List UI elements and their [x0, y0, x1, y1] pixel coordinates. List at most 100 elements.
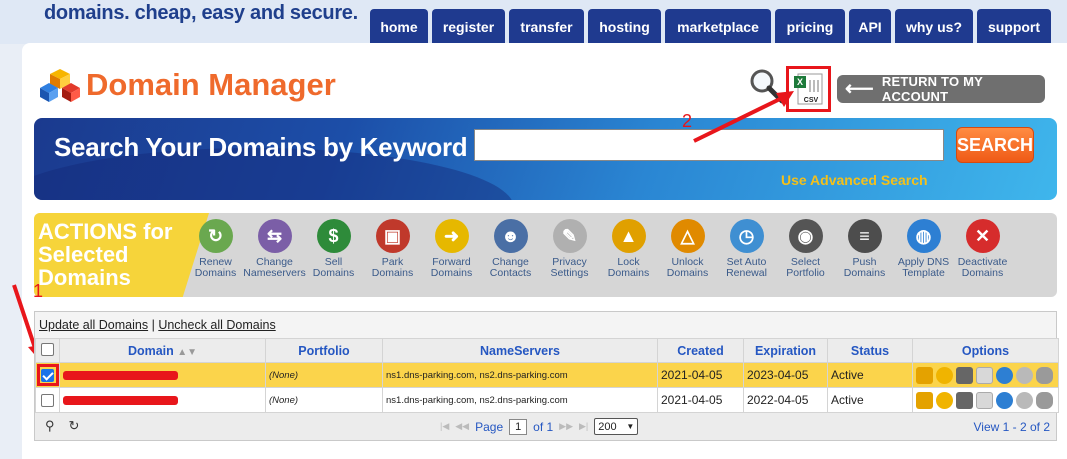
- domains-grid: Update all Domains | Uncheck all Domains…: [34, 311, 1059, 441]
- search-button[interactable]: SEARCH: [956, 127, 1034, 163]
- action-contacts[interactable]: ☻ Change Contacts: [481, 219, 540, 279]
- return-to-account-button[interactable]: ⟵ RETURN TO MY ACCOUNT: [837, 74, 1045, 104]
- mail-icon[interactable]: [976, 391, 993, 409]
- cubes-logo-icon: [40, 69, 80, 102]
- domain-cell[interactable]: [59, 362, 266, 388]
- nav-why-us[interactable]: why us?: [895, 9, 973, 44]
- lock-icon[interactable]: [916, 366, 933, 384]
- globe-icon[interactable]: [996, 391, 1013, 409]
- per-page-select[interactable]: 200 ▼: [594, 418, 639, 435]
- action-renew[interactable]: ↻ Renew Domains: [186, 219, 245, 279]
- first-page-icon[interactable]: |◀: [440, 421, 449, 432]
- user-icon[interactable]: [936, 366, 953, 384]
- action-label: Change Contacts: [490, 257, 531, 279]
- servers-icon: ≡: [847, 219, 882, 253]
- dollar-icon[interactable]: [1016, 366, 1033, 384]
- search-grid-icon[interactable]: ⚲: [45, 418, 55, 434]
- actions-title-line: Selected: [38, 242, 129, 267]
- site-header: domains. cheap, easy and secure. home re…: [0, 0, 1067, 44]
- table-row[interactable]: (None) ns1.dns-parking.com, ns2.dns-parki…: [35, 387, 1059, 413]
- sort-icon: ▲▼: [177, 346, 198, 358]
- nav-transfer[interactable]: transfer: [509, 9, 584, 44]
- portfolio-cell: (None): [265, 362, 383, 388]
- top-nav: home register transfer hosting marketpla…: [370, 9, 1051, 44]
- main-card: Domain Manager X CSV ⟵ RETURN TO MY ACCO…: [12, 43, 1067, 459]
- site-slogan: domains. cheap, easy and secure.: [44, 2, 358, 24]
- row-checkbox[interactable]: [41, 368, 54, 382]
- action-label: Push Domains: [844, 257, 885, 279]
- user-icon[interactable]: [936, 391, 953, 409]
- close-circle-icon: ✕: [965, 219, 1000, 253]
- action-label: Deactivate Domains: [958, 257, 1008, 279]
- next-page-icon[interactable]: ▶▶: [559, 421, 573, 432]
- globe-icon[interactable]: [996, 366, 1013, 384]
- col-portfolio[interactable]: Portfolio: [265, 338, 383, 363]
- uncheck-all-domains-link[interactable]: Uncheck all Domains: [158, 318, 275, 332]
- nav-marketplace[interactable]: marketplace: [665, 9, 771, 44]
- nav-hosting[interactable]: hosting: [588, 9, 661, 44]
- col-options: Options: [912, 338, 1059, 363]
- lock-icon: ▲: [611, 219, 646, 253]
- action-car[interactable]: ▣ Park Domains: [363, 219, 422, 279]
- action-label-line: Template: [902, 267, 945, 279]
- action-dollar[interactable]: $ Sell Domains: [304, 219, 363, 279]
- prev-page-icon[interactable]: ◀◀: [455, 421, 469, 432]
- action-gauge[interactable]: ◉ Select Portfolio: [776, 219, 835, 279]
- database-icon[interactable]: [1036, 366, 1053, 384]
- domain-cell[interactable]: [59, 387, 266, 413]
- expiration-cell: 2023-04-05: [743, 362, 828, 388]
- database-icon[interactable]: [1036, 391, 1053, 409]
- action-globe[interactable]: ◍ Apply DNS Template: [894, 219, 953, 279]
- advanced-search-link[interactable]: Use Advanced Search: [781, 172, 928, 188]
- action-privacy-tag[interactable]: ✎ Privacy Settings: [540, 219, 599, 279]
- action-forward-arrow[interactable]: ➜ Forward Domains: [422, 219, 481, 279]
- action-label: Park Domains: [372, 257, 413, 279]
- dollar-icon[interactable]: [1016, 391, 1033, 409]
- col-created[interactable]: Created: [657, 338, 744, 363]
- nav-api[interactable]: API: [849, 9, 891, 44]
- magnet-icon[interactable]: [956, 366, 973, 384]
- nav-pricing[interactable]: pricing: [775, 9, 845, 44]
- action-servers[interactable]: ≡ Push Domains: [835, 219, 894, 279]
- last-page-icon[interactable]: ▶|: [579, 421, 588, 432]
- refresh-icon[interactable]: ↻: [69, 418, 80, 434]
- unlock-icon: △: [670, 219, 705, 253]
- nav-register[interactable]: register: [432, 9, 505, 44]
- csv-label: CSV: [803, 97, 818, 104]
- col-status[interactable]: Status: [827, 338, 913, 363]
- action-label: Set Auto Renewal: [726, 257, 767, 279]
- page-of-label: of 1: [533, 419, 554, 434]
- magnet-icon[interactable]: [956, 391, 973, 409]
- action-label-line: Settings: [550, 267, 589, 279]
- col-nameservers[interactable]: NameServers: [382, 338, 658, 363]
- update-all-domains-link[interactable]: Update all Domains: [39, 318, 148, 332]
- action-label-line: Domains: [843, 267, 886, 279]
- action-label: Apply DNS Template: [898, 257, 949, 279]
- actions-title: ACTIONS for Selected Domains: [34, 213, 209, 297]
- action-label: Lock Domains: [608, 257, 649, 279]
- lock-icon[interactable]: [916, 391, 933, 409]
- action-close-circle[interactable]: ✕ Deactivate Domains: [953, 219, 1012, 279]
- action-swap-arrows[interactable]: ⇆ Change Nameservers: [243, 219, 306, 279]
- action-label-line: Contacts: [489, 267, 532, 279]
- expiration-cell: 2022-04-05: [743, 387, 828, 413]
- status-cell: Active: [827, 387, 913, 413]
- action-clock[interactable]: ◷ Set Auto Renewal: [717, 219, 776, 279]
- col-domain[interactable]: Domain ▲▼: [59, 338, 266, 363]
- col-expiration[interactable]: Expiration: [743, 338, 828, 363]
- select-all-checkbox[interactable]: [41, 342, 54, 356]
- action-label: Select Portfolio: [786, 257, 825, 279]
- action-label-line: Domains: [607, 267, 650, 279]
- nav-home[interactable]: home: [370, 9, 428, 44]
- select-all-cell: [35, 338, 60, 363]
- search-label: Search Your Domains by Keyword: [54, 132, 468, 162]
- action-lock[interactable]: ▲ Lock Domains: [599, 219, 658, 279]
- table-row[interactable]: (None) ns1.dns-parking.com, ns2.dns-parki…: [35, 362, 1059, 388]
- row-checkbox[interactable]: [41, 393, 54, 407]
- page-number-input[interactable]: 1: [509, 418, 528, 435]
- action-unlock[interactable]: △ Unlock Domains: [658, 219, 717, 279]
- nav-support[interactable]: support: [977, 9, 1051, 44]
- mail-icon[interactable]: [976, 366, 993, 384]
- action-label-line: Domains: [312, 267, 355, 279]
- swap-arrows-icon: ⇆: [257, 219, 292, 253]
